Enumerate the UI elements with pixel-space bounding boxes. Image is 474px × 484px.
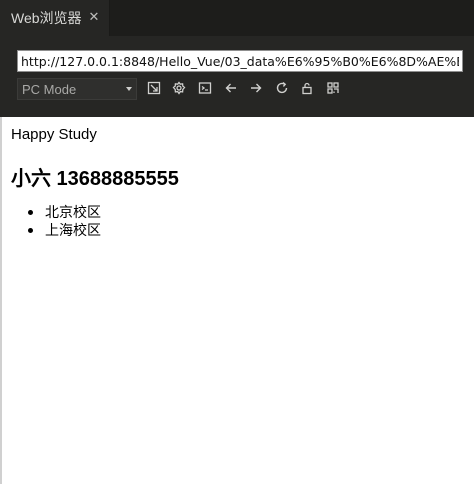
campus-list: 北京校区 上海校区 — [28, 203, 101, 239]
tab-bar: Web浏览器 ✕ — [0, 0, 474, 36]
page-viewport: Happy Study 小六 13688885555 北京校区 上海校区 — [0, 117, 474, 484]
mode-select-value: PC Mode — [22, 81, 77, 97]
address-bar[interactable] — [17, 50, 463, 72]
mode-select[interactable]: PC Mode — [17, 78, 137, 100]
page-paragraph: Happy Study — [11, 126, 97, 143]
list-item: 北京校区 — [28, 204, 101, 220]
url-input[interactable] — [18, 51, 462, 71]
page-heading: 小六 13688885555 — [11, 168, 179, 190]
tab-title: Web浏览器 — [11, 10, 82, 26]
close-icon[interactable]: ✕ — [87, 10, 101, 24]
screenshot-icon[interactable] — [145, 79, 163, 97]
settings-icon[interactable] — [170, 79, 188, 97]
qrcode-icon[interactable] — [324, 79, 342, 97]
back-icon[interactable] — [222, 79, 240, 97]
list-item: 上海校区 — [28, 222, 101, 238]
reload-icon[interactable] — [273, 79, 291, 97]
tab-web-browser[interactable]: Web浏览器 ✕ — [0, 0, 110, 36]
lock-icon[interactable] — [298, 79, 316, 97]
chevron-down-icon — [126, 87, 132, 91]
forward-icon[interactable] — [247, 79, 265, 97]
devtools-icon[interactable] — [196, 79, 214, 97]
browser-chrome: Web浏览器 ✕ PC Mode — [0, 0, 474, 117]
